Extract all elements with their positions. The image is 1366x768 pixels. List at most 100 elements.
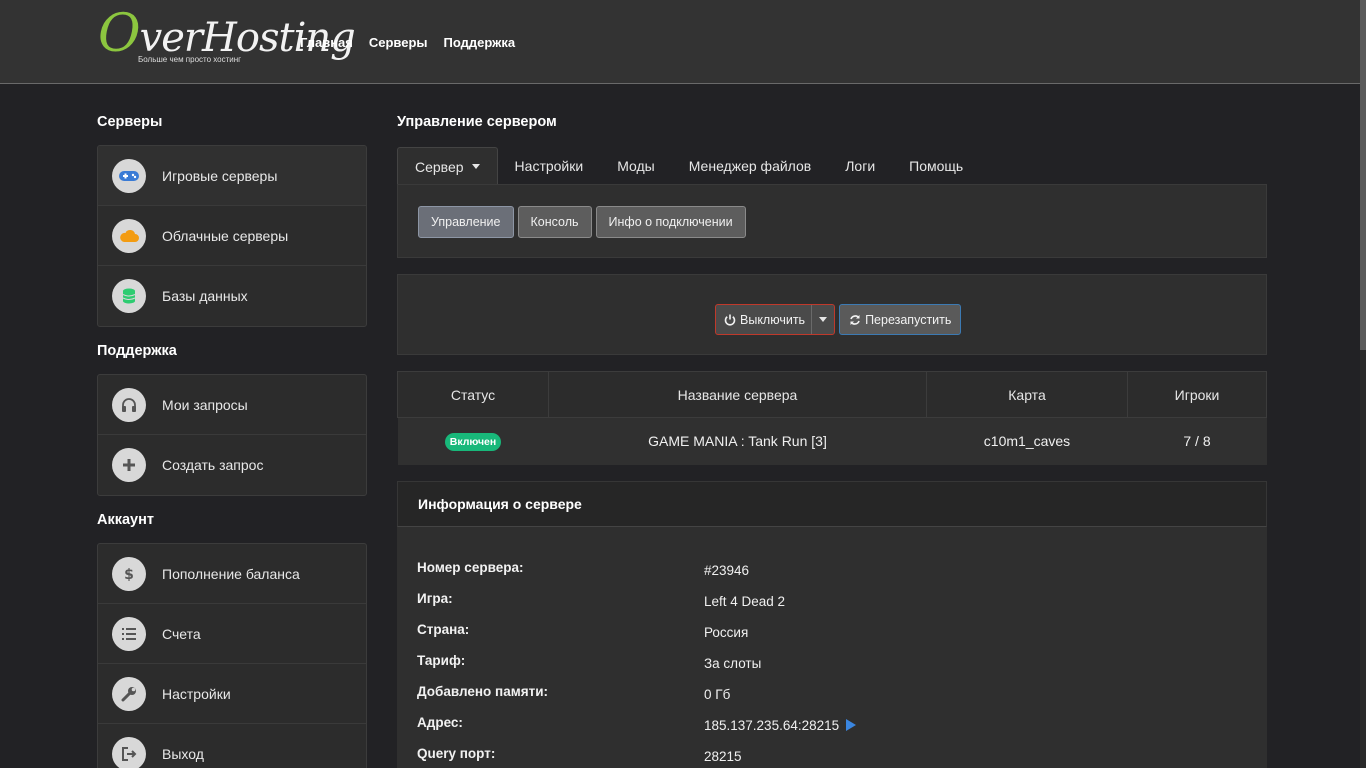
info-row-country: Страна: Россия: [417, 622, 748, 642]
sidebar-item-databases[interactable]: Базы данных: [98, 266, 366, 326]
tab-mods[interactable]: Моды: [600, 147, 672, 185]
svg-text:$: $: [124, 567, 134, 582]
info-key: Добавлено памяти:: [417, 684, 548, 699]
info-key: Страна:: [417, 622, 470, 637]
info-value: За слоты: [704, 655, 762, 671]
sidebar-item-label: Базы данных: [162, 288, 248, 304]
info-value: 185.137.235.64:28215: [704, 717, 840, 733]
list-icon: [112, 616, 146, 651]
info-row-address: Адрес: 185.137.235.64:28215: [417, 715, 857, 735]
info-value: Россия: [704, 624, 749, 640]
scrollbar-thumb[interactable]: [1360, 0, 1366, 350]
sidebar-item-label: Пополнение баланса: [162, 565, 300, 582]
plus-icon: [112, 448, 146, 482]
wrench-icon: [112, 676, 146, 711]
table-header-row: Статус Название сервера Карта Игроки: [397, 371, 1267, 418]
info-row-memory: Добавлено памяти: 0 Гб: [417, 684, 730, 704]
top-header: OverHosting Больше чем просто хостинг Гл…: [0, 0, 1366, 84]
server-info-title: Информация о сервере: [397, 481, 1267, 527]
sidebar-item-top-up[interactable]: $ Пополнение баланса: [98, 544, 366, 604]
sidebar-item-cloud-servers[interactable]: Облачные серверы: [98, 206, 366, 266]
gamepad-icon: [112, 158, 146, 193]
sidebar-item-game-servers[interactable]: Игровые серверы: [98, 146, 366, 206]
map-cell: c10m1_caves: [926, 417, 1128, 465]
tab-server[interactable]: Сервер: [397, 147, 498, 185]
overhosting-logo[interactable]: OverHosting Больше чем просто хостинг: [98, 4, 356, 74]
power-icon: [724, 314, 736, 326]
info-value: 28215: [704, 748, 742, 764]
sidebar-item-label: Игровые серверы: [162, 167, 278, 184]
subtabs-panel: Управление Консоль Инфо о подключении: [397, 184, 1267, 258]
nav-servers[interactable]: Серверы: [369, 35, 428, 50]
info-key: Query порт:: [417, 746, 496, 761]
sidebar-account-group: $ Пополнение баланса Счета Настройки Вых…: [97, 543, 367, 768]
col-map: Карта: [926, 371, 1128, 418]
restart-label: Перезапустить: [865, 312, 952, 327]
server-table: Статус Название сервера Карта Игроки Вкл…: [397, 371, 1267, 465]
sidebar-item-label: Облачные серверы: [162, 227, 289, 244]
tab-file-manager[interactable]: Менеджер файлов: [672, 147, 829, 185]
connect-play-icon[interactable]: [846, 719, 857, 731]
nav-home[interactable]: Главная: [300, 35, 353, 50]
database-icon: [112, 279, 146, 313]
tab-logs[interactable]: Логи: [828, 147, 892, 185]
info-row-tariff: Тариф: За слоты: [417, 653, 761, 673]
info-row-game: Игра: Left 4 Dead 2: [417, 591, 785, 611]
sidebar-item-settings[interactable]: Настройки: [98, 664, 366, 724]
subtab-console[interactable]: Консоль: [517, 206, 592, 238]
sidebar-item-label: Мои запросы: [162, 396, 248, 413]
sidebar-item-label: Создать запрос: [162, 457, 264, 473]
info-key: Тариф:: [417, 653, 466, 668]
server-name-cell: GAME MANIA : Tank Run [3]: [548, 417, 927, 465]
restart-button[interactable]: Перезапустить: [839, 304, 962, 335]
info-value: 0 Гб: [704, 686, 731, 702]
page-scrollbar[interactable]: [1360, 0, 1366, 768]
sidebar-item-label: Счета: [162, 625, 201, 642]
info-row-query-port: Query порт: 28215: [417, 746, 742, 766]
status-cell: Включен: [397, 417, 549, 465]
headphones-icon: [112, 387, 146, 422]
power-off-label: Выключить: [740, 312, 806, 327]
info-key: Адрес:: [417, 715, 463, 730]
col-status: Статус: [397, 371, 549, 418]
info-value: Left 4 Dead 2: [704, 593, 786, 609]
caret-down-icon: [819, 317, 828, 322]
info-key: Номер сервера:: [417, 560, 524, 575]
info-key: Игра:: [417, 591, 453, 606]
subtab-management[interactable]: Управление: [418, 206, 514, 238]
power-options-dropdown[interactable]: [812, 305, 834, 334]
players-cell: 7 / 8: [1127, 417, 1267, 465]
nav-support[interactable]: Поддержка: [444, 35, 516, 50]
refresh-icon: [850, 314, 860, 325]
subtab-connection-info[interactable]: Инфо о подключении: [595, 206, 746, 238]
col-server-name: Название сервера: [548, 371, 927, 418]
logo-tagline: Больше чем просто хостинг: [138, 55, 242, 64]
power-panel: Выключить Перезапустить: [397, 274, 1267, 355]
tab-settings[interactable]: Настройки: [498, 147, 601, 185]
power-off-button-group: Выключить: [715, 304, 836, 335]
dollar-icon: $: [112, 556, 146, 591]
main-nav: Главная Серверы Поддержка: [300, 35, 515, 50]
info-value: #23946: [704, 562, 750, 578]
status-badge: Включен: [444, 432, 502, 451]
tab-help[interactable]: Помощь: [892, 147, 980, 185]
sidebar-item-invoices[interactable]: Счета: [98, 604, 366, 664]
sidebar-support-group: Мои запросы Создать запрос: [97, 374, 367, 496]
power-off-button[interactable]: Выключить: [716, 305, 813, 334]
sidebar-item-my-requests[interactable]: Мои запросы: [98, 375, 366, 435]
col-players: Игроки: [1127, 371, 1267, 418]
server-info-body: Номер сервера: #23946 Игра: Left 4 Dead 2 …: [397, 527, 1267, 768]
sidebar-item-logout[interactable]: Выход: [98, 724, 366, 768]
sidebar-item-create-request[interactable]: Создать запрос: [98, 435, 366, 495]
table-row: Включен GAME MANIA : Tank Run [3] c10m1_…: [397, 417, 1267, 465]
logout-icon: [112, 737, 146, 768]
server-tabs: Сервер Настройки Моды Менеджер файлов Ло…: [397, 147, 980, 185]
tab-label: Сервер: [415, 158, 464, 175]
sidebar-servers-title: Серверы: [97, 114, 163, 130]
sidebar-support-title: Поддержка: [97, 343, 177, 359]
caret-down-icon: [471, 164, 480, 169]
info-row-server-number: Номер сервера: #23946: [417, 560, 749, 580]
sidebar-item-label: Выход: [162, 746, 204, 762]
sidebar-item-label: Настройки: [162, 685, 231, 702]
page-title: Управление сервером: [397, 114, 557, 130]
